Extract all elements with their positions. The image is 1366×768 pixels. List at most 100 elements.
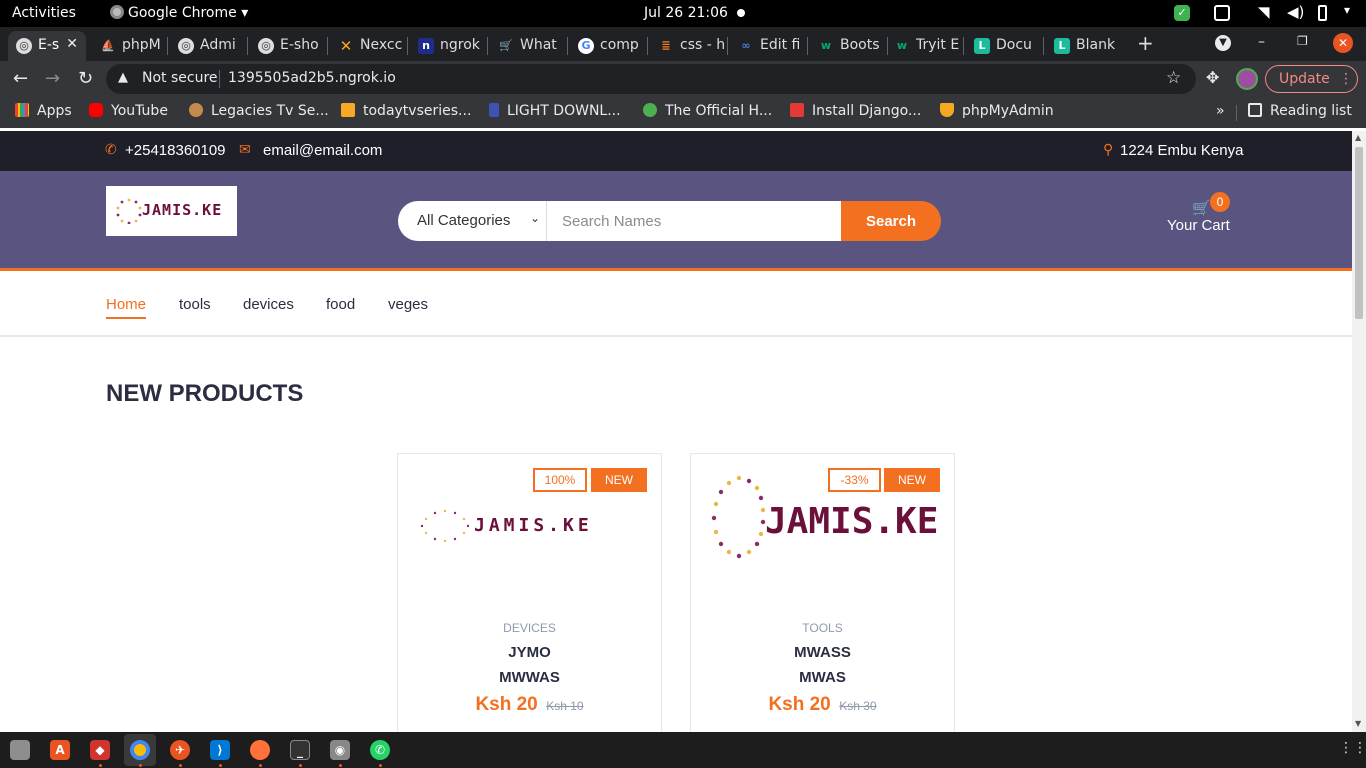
tab-label: Boots [840,37,880,53]
bookmark-youtube[interactable]: YouTube [89,103,168,119]
activities-button[interactable]: Activities [12,5,76,21]
clock[interactable]: Jul 26 21:06 [644,5,728,21]
tab-0[interactable]: ◎ E-s ✕ [8,31,86,61]
tab-4[interactable]: ✕ Nexcc [330,31,404,61]
bookmark-star-icon[interactable]: ☆ [1166,68,1181,88]
update-label: Update [1279,71,1330,87]
tab-1[interactable]: ⛵ phpM [92,31,166,61]
software-store-icon[interactable]: A [50,740,70,760]
search-input[interactable] [547,201,841,241]
bookmark-light-download[interactable]: LIGHT DOWNL... [489,103,621,119]
map-marker-icon: ⚲ [1103,141,1114,157]
tab-8[interactable]: ≣ css - h [650,31,724,61]
bookmark-label: phpMyAdmin [962,103,1054,119]
tab-2[interactable]: ◎ Admi [170,31,244,61]
scroll-up-icon[interactable]: ▲ [1355,133,1361,142]
chevron-down-icon: ▾ [241,5,249,21]
product-image[interactable]: JAMIS.KE [711,474,938,559]
files-icon[interactable] [10,740,30,760]
product-name[interactable]: JYMO [398,644,661,661]
restore-icon[interactable]: ❐ [1297,34,1308,48]
volume-icon[interactable]: ◀) [1287,3,1304,21]
product-name[interactable]: MWASS [691,644,954,661]
update-button[interactable]: Update ⋮ [1265,65,1358,93]
bookmark-install-django[interactable]: Install Django... [790,103,921,119]
address-bar[interactable]: ▲ Not secure 1395505ad2b5.ngrok.io ☆ [106,64,1196,94]
location-link[interactable]: 1224 Embu Kenya [1120,142,1243,159]
screen-share-icon[interactable] [1214,5,1230,21]
bookmark-legacies[interactable]: Legacies Tv Se... [189,103,329,119]
tab-9[interactable]: ∞ Edit fi [730,31,804,61]
whatsapp-icon[interactable]: ✆ [370,740,390,760]
profile-avatar[interactable] [1236,68,1258,90]
product-name-line2[interactable]: MWAS [691,669,954,686]
new-tab-plus-icon[interactable]: + [1137,31,1154,55]
bookmark-todaytvseries[interactable]: todaytvseries... [341,103,471,119]
scrollbar-thumb[interactable] [1355,147,1363,319]
product-image[interactable]: JAMIS.KE [418,506,643,546]
tab-12[interactable]: L Docu [966,31,1040,61]
search-button[interactable]: Search [841,201,941,241]
battery-icon[interactable] [1318,5,1327,21]
tab-search-icon[interactable]: ▼ [1215,35,1231,51]
screenshot-icon[interactable]: ◉ [330,740,350,760]
show-apps-grid-icon[interactable]: ⋮⋮ [1339,740,1366,756]
notification-dot-icon [737,9,745,17]
app-menu[interactable]: Google Chrome ▾ [110,5,248,21]
minimize-icon[interactable]: – [1258,34,1265,50]
page-scrollbar[interactable]: ▲ ▼ [1352,131,1366,732]
postman-icon[interactable]: ✈ [170,740,190,760]
email-link[interactable]: email@email.com [263,142,382,159]
tab-3[interactable]: ◎ E-sho [250,31,324,61]
close-window-icon[interactable]: ✕ [1333,33,1353,53]
cart-button[interactable]: 🛒 0 Your Cart [1160,191,1240,241]
globe-icon: ◎ [258,38,274,54]
product-name-line2[interactable]: MWWAS [398,669,661,686]
kebab-menu-icon[interactable]: ⋮ [1339,71,1353,87]
tab-10[interactable]: w Boots [810,31,884,61]
system-menu-chevron-icon[interactable]: ▾ [1344,3,1350,19]
nav-item-home[interactable]: Home [106,296,147,319]
more-bookmarks-chevron-icon[interactable]: » [1216,103,1225,119]
tab-label: Admi [200,37,236,53]
nav-item-veges[interactable]: veges [388,296,428,313]
forward-arrow-icon[interactable]: → [45,68,60,89]
bookmark-phpmyadmin[interactable]: phpMyAdmin [940,103,1054,119]
url-text[interactable]: 1395505ad2b5.ngrok.io [228,70,396,86]
tab-11[interactable]: w Tryit E [886,31,960,61]
tab-13[interactable]: L Blank [1046,31,1120,61]
scroll-down-icon[interactable]: ▼ [1355,719,1361,728]
tab-7[interactable]: Gcomp [570,31,644,61]
bookmark-official-h[interactable]: The Official H... [643,103,772,119]
phone-link[interactable]: +25418360109 [125,142,226,159]
bookmark-label: The Official H... [665,103,773,119]
nav-item-devices[interactable]: devices [243,296,294,313]
product-card[interactable]: -33% NEW JAMIS.KE TOOLS MWASS MWAS Ksh 2… [690,453,955,732]
product-card[interactable]: 100% NEW JAMIS.KE DEVICES JYMO MWWAS Ksh… [397,453,662,732]
bookmark-apps[interactable]: Apps [15,103,72,119]
wifi-icon[interactable]: ◥ [1258,3,1270,21]
reload-icon[interactable]: ↻ [78,68,93,89]
tab-6[interactable]: 🛒 What [490,31,564,61]
product-category: DEVICES [503,621,556,635]
chrome-dock-icon[interactable] [130,740,150,760]
new-badge: NEW [591,468,647,492]
bookmark-label: Apps [37,103,72,119]
nav-item-food[interactable]: food [326,296,355,313]
anydesk-icon[interactable]: ◆ [90,740,110,760]
site-logo[interactable]: JAMIS.KE [106,186,237,236]
warning-triangle-icon[interactable]: ▲ [118,70,128,85]
extensions-puzzle-icon[interactable]: ✥ [1206,68,1219,87]
back-arrow-icon[interactable]: ← [13,68,28,89]
tab-5[interactable]: n ngrok [410,31,484,61]
security-status[interactable]: Not secure [142,70,218,86]
category-select[interactable]: All Categories ⌄ [398,201,547,241]
tab-label: Tryit E [916,37,960,53]
vscode-icon[interactable]: ⟩ [210,740,230,760]
shield-check-icon[interactable]: ✓ [1174,5,1190,21]
nav-item-tools[interactable]: tools [179,296,211,313]
reading-list-button[interactable]: Reading list [1248,103,1352,119]
terminal-icon[interactable]: _ [290,740,310,760]
close-tab-icon[interactable]: ✕ [66,36,78,52]
firefox-icon[interactable] [250,740,270,760]
